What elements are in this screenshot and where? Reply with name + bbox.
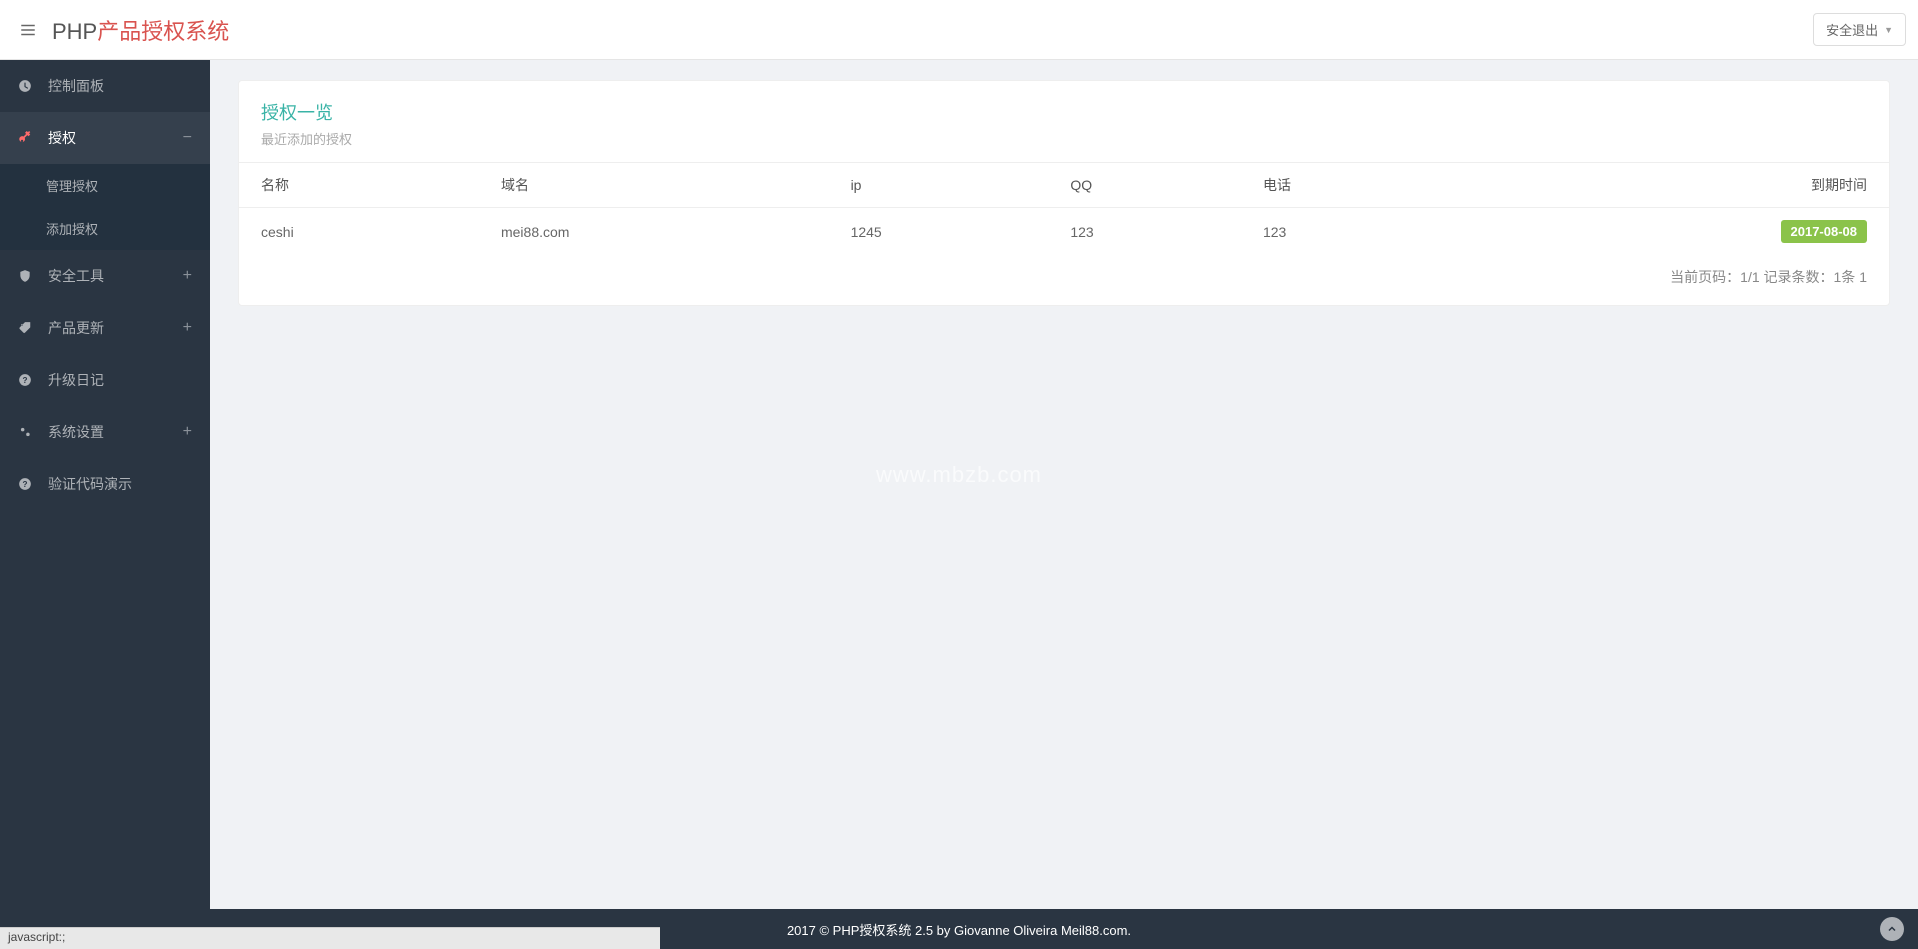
cell-ip: 1245 — [835, 208, 1055, 256]
shield-icon — [18, 269, 34, 283]
brand-suffix: 产品授权系统 — [97, 19, 229, 44]
expire-badge: 2017-08-08 — [1781, 220, 1868, 243]
cell-phone: 123 — [1247, 208, 1456, 256]
panel-title: 授权一览 — [261, 99, 1867, 125]
cogs-icon — [18, 425, 34, 439]
sidebar-submenu-license: 管理授权 添加授权 — [0, 164, 210, 250]
svg-text:?: ? — [23, 376, 28, 385]
sidebar-item-license[interactable]: 授权 − — [0, 112, 210, 164]
expand-icon: + — [183, 423, 192, 441]
chevron-down-icon: ▼ — [1884, 25, 1893, 35]
sidebar-item-verify-demo[interactable]: ? 验证代码演示 — [0, 458, 210, 510]
sidebar-item-label: 验证代码演示 — [48, 474, 132, 494]
brand-title[interactable]: PHP产品授权系统 — [52, 14, 229, 46]
browser-statusbar: javascript:; — [0, 927, 660, 949]
col-ip: ip — [835, 163, 1055, 208]
hamburger-icon — [19, 21, 37, 39]
brand-prefix: PHP — [52, 19, 97, 44]
table-header-row: 名称 域名 ip QQ 电话 到期时间 — [239, 163, 1889, 208]
help-icon: ? — [18, 373, 34, 387]
sidebar-item-label: 安全工具 — [48, 266, 104, 286]
col-domain: 域名 — [485, 163, 835, 208]
sidebar-subitem-manage-license[interactable]: 管理授权 — [0, 164, 210, 207]
expand-icon: + — [183, 267, 192, 285]
footer-text: 2017 © PHP授权系统 2.5 by Giovanne Oliveira … — [787, 920, 1131, 939]
sidebar-subitem-add-license[interactable]: 添加授权 — [0, 207, 210, 250]
license-table: 名称 域名 ip QQ 电话 到期时间 ceshi mei88.com 1245… — [239, 162, 1889, 255]
svg-text:?: ? — [23, 480, 28, 489]
chevron-up-icon — [1886, 923, 1898, 935]
sidebar-item-label: 系统设置 — [48, 422, 104, 442]
col-qq: QQ — [1054, 163, 1247, 208]
dashboard-icon — [18, 79, 34, 93]
license-panel: 授权一览 最近添加的授权 名称 域名 ip QQ 电话 到期时间 c — [238, 80, 1890, 306]
panel-header: 授权一览 最近添加的授权 — [239, 81, 1889, 162]
table-row[interactable]: ceshi mei88.com 1245 123 123 2017-08-08 — [239, 208, 1889, 256]
col-phone: 电话 — [1247, 163, 1456, 208]
sidebar-item-label: 升级日记 — [48, 370, 104, 390]
sidebar-item-dashboard[interactable]: 控制面板 — [0, 60, 210, 112]
sidebar-item-label: 产品更新 — [48, 318, 104, 338]
cell-name: ceshi — [239, 208, 485, 256]
cell-expire: 2017-08-08 — [1456, 208, 1889, 256]
topbar: PHP产品授权系统 安全退出 ▼ — [0, 0, 1918, 60]
cell-qq: 123 — [1054, 208, 1247, 256]
sidebar-item-product-update[interactable]: 产品更新 + — [0, 302, 210, 354]
help-icon: ? — [18, 477, 34, 491]
sidebar-item-label: 授权 — [48, 128, 76, 148]
sidebar-item-system-settings[interactable]: 系统设置 + — [0, 406, 210, 458]
col-name: 名称 — [239, 163, 485, 208]
panel-subtitle: 最近添加的授权 — [261, 129, 1867, 148]
logout-label: 安全退出 — [1826, 20, 1878, 39]
menu-toggle-button[interactable] — [12, 14, 44, 46]
sidebar-item-security[interactable]: 安全工具 + — [0, 250, 210, 302]
scroll-top-button[interactable] — [1880, 917, 1904, 941]
sidebar: 控制面板 授权 − 管理授权 添加授权 安全工具 + 产品更新 + ? 升级日记… — [0, 60, 210, 909]
logout-dropdown[interactable]: 安全退出 ▼ — [1813, 13, 1906, 46]
cell-domain: mei88.com — [485, 208, 835, 256]
sidebar-item-label: 控制面板 — [48, 76, 104, 96]
key-icon — [18, 131, 34, 145]
main-content: 授权一览 最近添加的授权 名称 域名 ip QQ 电话 到期时间 c — [210, 60, 1918, 909]
expand-icon: + — [183, 319, 192, 337]
sidebar-item-upgrade-log[interactable]: ? 升级日记 — [0, 354, 210, 406]
collapse-icon: − — [183, 129, 192, 147]
col-expire: 到期时间 — [1456, 163, 1889, 208]
tag-icon — [18, 321, 34, 335]
pagination-info: 当前页码：1/1 记录条数：1条 1 — [239, 255, 1889, 305]
